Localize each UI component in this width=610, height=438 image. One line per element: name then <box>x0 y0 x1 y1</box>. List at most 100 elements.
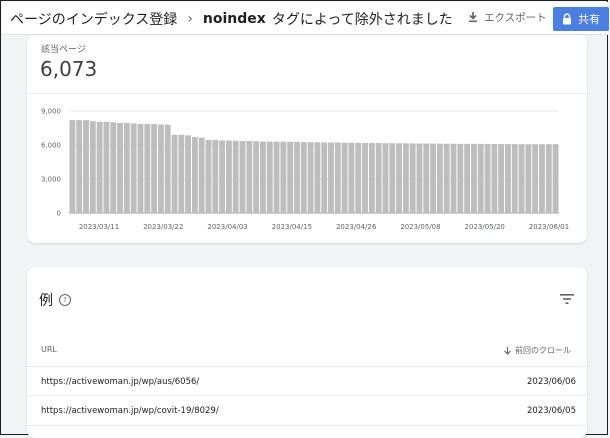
chart-bar[interactable] <box>178 134 185 213</box>
chart-bar[interactable] <box>328 142 334 213</box>
chart-bar[interactable] <box>402 143 409 213</box>
chart-bar[interactable] <box>300 142 307 213</box>
chart-bar[interactable] <box>287 141 294 213</box>
chart-bar[interactable] <box>260 141 266 213</box>
chart-bar[interactable] <box>518 144 525 213</box>
chart-bar[interactable] <box>484 143 491 213</box>
chart-bar[interactable] <box>525 144 532 213</box>
chart-bar[interactable] <box>382 143 389 213</box>
chart-bar[interactable] <box>334 142 341 213</box>
chart-bar[interactable] <box>314 142 321 213</box>
top-bar: ページのインデックス登録 › noindex タグによって除外されました エクス… <box>2 2 609 35</box>
examples-card: 例 ? URL 前回のクロール https://activewoman.jp/w… <box>27 267 587 438</box>
chart-bar[interactable] <box>294 141 300 213</box>
chart-bar[interactable] <box>362 142 368 213</box>
chart-bar[interactable] <box>96 121 103 213</box>
pages-chart-card: 該当ページ 6,073 0 3,000 6,000 9,000 2023/03/11 20… <box>27 35 587 243</box>
x-tick-label: 2023/03/11 <box>79 223 119 231</box>
chart-bar[interactable] <box>232 140 239 213</box>
chart-bar[interactable] <box>552 144 559 213</box>
chart-bar[interactable] <box>191 137 198 213</box>
chart-bar[interactable] <box>273 141 280 213</box>
x-tick-label: 2023/04/15 <box>272 223 312 231</box>
x-tick-label: 2023/03/22 <box>143 223 183 231</box>
title-bold: noindex <box>202 11 266 27</box>
chart-bar[interactable] <box>416 143 423 213</box>
chart-bar[interactable] <box>348 142 355 213</box>
chart-bar[interactable] <box>103 121 110 213</box>
chart-bar[interactable] <box>157 124 164 213</box>
row-url[interactable]: https://activewoman.jp/wp/covit-19/8029/ <box>41 406 219 416</box>
chart-bar[interactable] <box>457 143 464 213</box>
chart-bar[interactable] <box>375 143 382 213</box>
pages-bar-chart: 0 3,000 6,000 9,000 2023/03/11 2023/03/22 2023… <box>41 108 569 232</box>
share-button[interactable]: 共有 <box>553 7 609 31</box>
chart-bar[interactable] <box>545 144 552 213</box>
chart-bar[interactable] <box>355 142 362 213</box>
share-label: 共有 <box>578 13 600 26</box>
chart-bar[interactable] <box>511 144 518 213</box>
chart-bar[interactable] <box>505 144 511 213</box>
lock-icon <box>563 13 571 25</box>
chart-bar[interactable] <box>423 143 430 213</box>
y-tick-label: 0 <box>57 210 61 218</box>
page-title: ページのインデックス登録 › noindex タグによって除外されました <box>10 9 453 29</box>
chart-bar[interactable] <box>389 143 396 213</box>
chart-bar[interactable] <box>144 124 151 213</box>
chart-bar[interactable] <box>110 122 117 213</box>
x-tick-label: 2023/05/20 <box>465 223 505 231</box>
chart-bar[interactable] <box>117 122 123 213</box>
chart-bar[interactable] <box>171 134 178 213</box>
filter-icon[interactable] <box>560 293 574 305</box>
chart-bar[interactable] <box>212 139 219 213</box>
chart-bar[interactable] <box>137 124 144 213</box>
chart-bar[interactable] <box>491 143 498 213</box>
divider <box>27 425 587 426</box>
row-url[interactable]: https://activewoman.jp/wp/aus/6056/ <box>41 377 199 387</box>
chart-bar[interactable] <box>83 120 89 213</box>
chart-bar[interactable] <box>185 135 192 213</box>
chart-bar[interactable] <box>123 122 130 213</box>
chart-bar[interactable] <box>436 143 443 213</box>
chart-bar[interactable] <box>498 144 505 213</box>
chart-bar[interactable] <box>321 142 328 213</box>
chart-bar[interactable] <box>226 140 232 213</box>
chart-bar[interactable] <box>198 137 205 213</box>
chart-bar[interactable] <box>396 143 402 213</box>
chart-bar[interactable] <box>450 143 457 213</box>
download-icon <box>469 12 477 23</box>
chart-bar[interactable] <box>341 142 348 213</box>
chart-bar[interactable] <box>539 144 545 213</box>
chart-bar[interactable] <box>532 144 539 213</box>
chart-bar[interactable] <box>246 141 253 213</box>
chart-bar[interactable] <box>239 141 246 213</box>
chart-bar[interactable] <box>280 141 287 213</box>
chart-bar[interactable] <box>477 143 484 213</box>
chart-bar[interactable] <box>151 124 157 213</box>
column-header-url[interactable]: URL <box>41 345 57 354</box>
column-header-last-crawl[interactable]: 前回のクロール <box>504 345 571 356</box>
chart-bar[interactable] <box>219 140 226 213</box>
chart-bar[interactable] <box>430 143 437 213</box>
y-tick-label: 9,000 <box>41 108 61 116</box>
examples-title-text: 例 <box>39 293 53 309</box>
examples-title: 例 ? <box>39 290 71 310</box>
chart-bar[interactable] <box>464 143 471 213</box>
export-button[interactable]: エクスポート <box>468 10 547 25</box>
chart-bar[interactable] <box>205 139 212 213</box>
chart-bar[interactable] <box>368 142 375 213</box>
window-frame: ページのインデックス登録 › noindex タグによって除外されました エクス… <box>0 0 609 438</box>
chart-bar[interactable] <box>253 141 260 213</box>
chart-bar[interactable] <box>130 123 137 213</box>
chart-bar[interactable] <box>69 120 76 213</box>
help-icon[interactable]: ? <box>59 294 71 306</box>
chart-bar[interactable] <box>164 124 171 213</box>
y-tick-label: 6,000 <box>41 142 61 150</box>
chart-bar[interactable] <box>266 141 273 213</box>
chart-bar[interactable] <box>89 121 96 213</box>
chart-bar[interactable] <box>409 143 416 213</box>
chart-bar[interactable] <box>307 142 314 213</box>
chart-bar[interactable] <box>443 143 450 213</box>
chart-bar[interactable] <box>471 143 477 213</box>
chart-bar[interactable] <box>76 120 83 213</box>
